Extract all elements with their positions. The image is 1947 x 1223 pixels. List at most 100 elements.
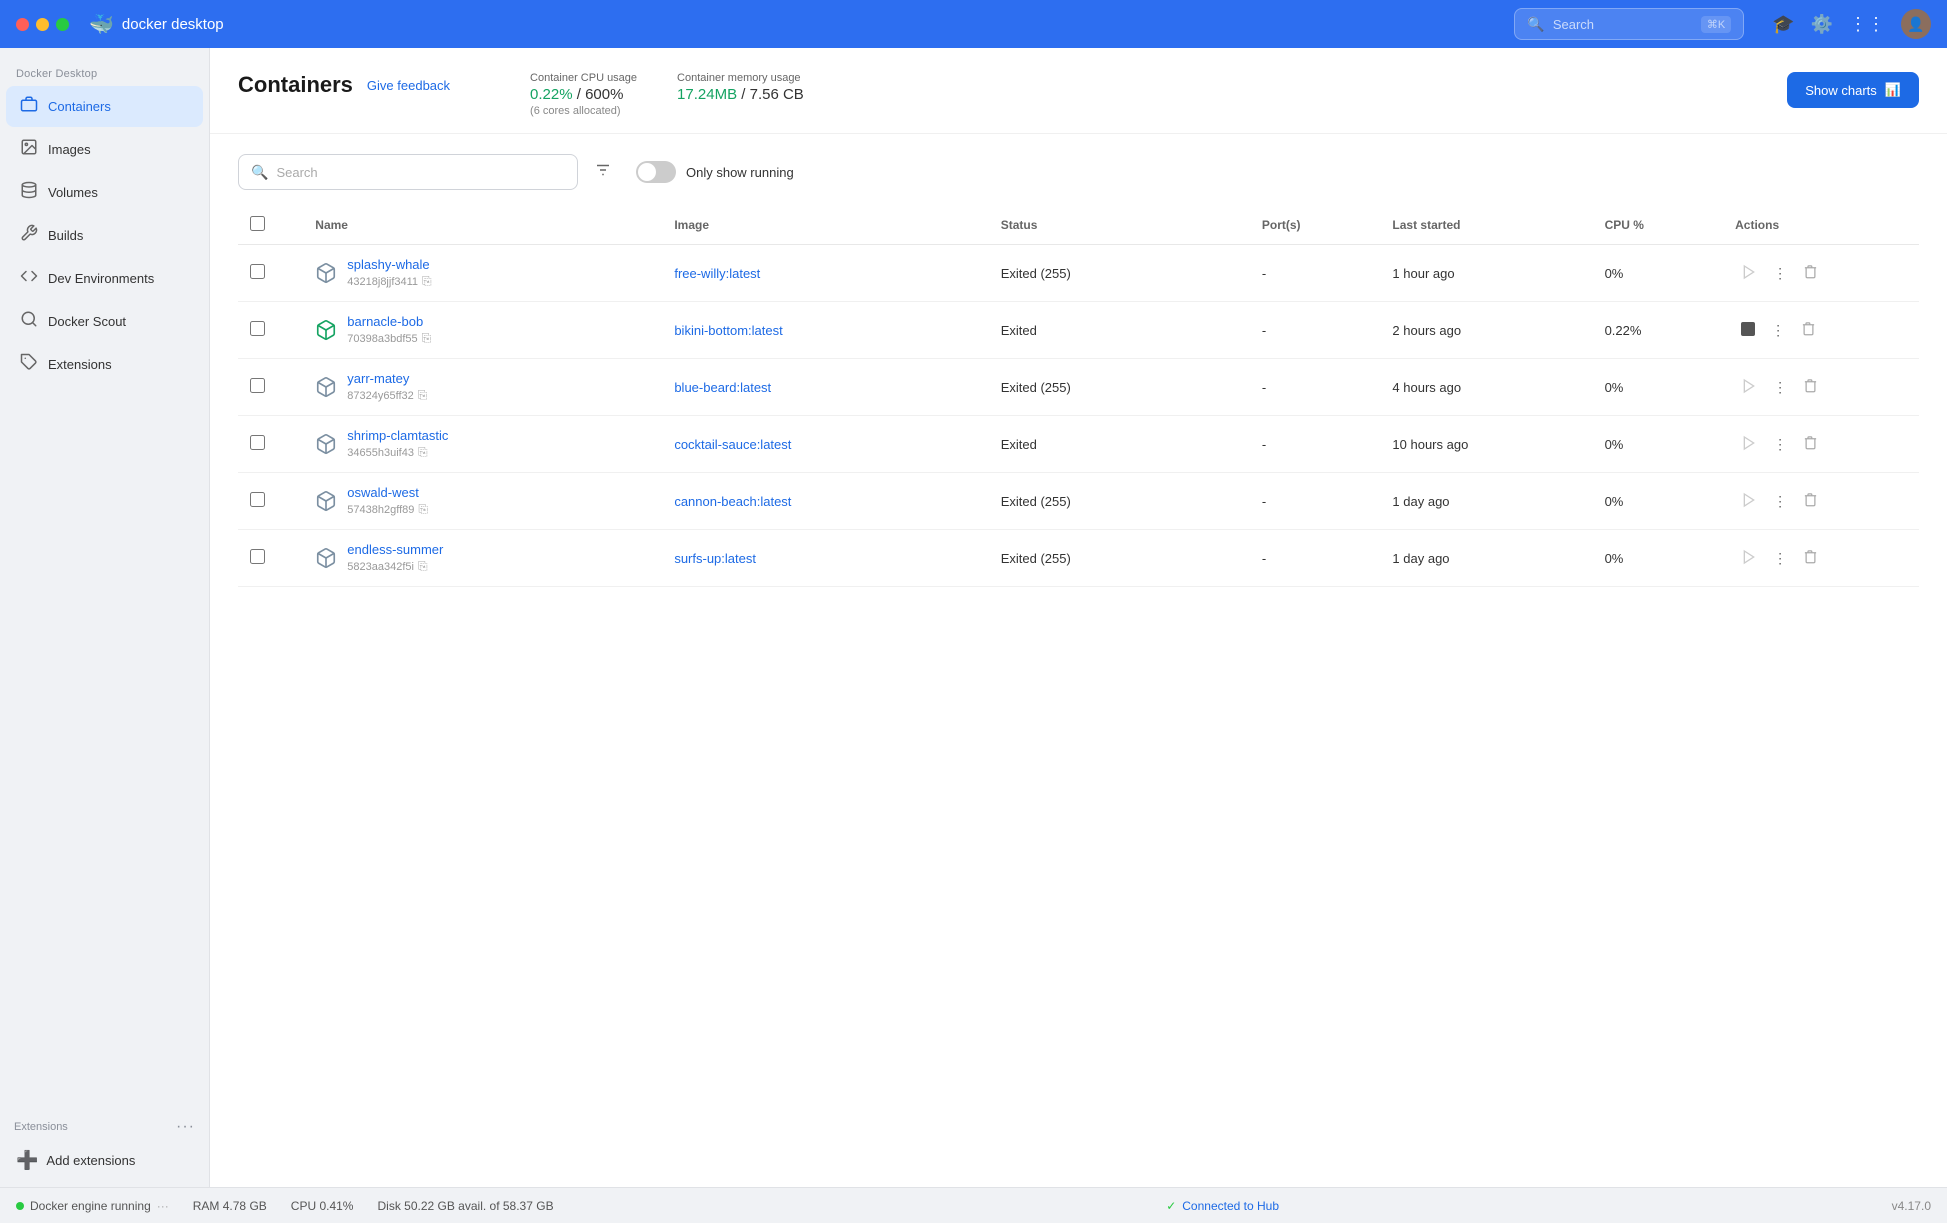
row-actions-cell: ⋮ <box>1723 473 1919 530</box>
learn-icon[interactable]: 🎓 <box>1772 14 1794 35</box>
show-charts-button[interactable]: Show charts 📊 <box>1787 72 1919 108</box>
row-image-cell: bikini-bottom:latest <box>662 302 988 359</box>
row-ports-cell: - <box>1250 245 1381 302</box>
image-link-3[interactable]: cocktail-sauce:latest <box>674 437 791 452</box>
container-name-link-5[interactable]: endless-summer <box>347 542 443 557</box>
row-checkbox-cell <box>238 416 303 473</box>
table-row: endless-summer 5823aa342f5i ⎘ surfs-up:l… <box>238 530 1919 587</box>
containers-icon <box>20 95 38 118</box>
feedback-link[interactable]: Give feedback <box>367 78 450 93</box>
row-status-cell: Exited <box>989 416 1250 473</box>
close-button[interactable] <box>16 18 29 31</box>
row-checkbox-2[interactable] <box>250 378 265 393</box>
more-button-5[interactable]: ⋮ <box>1767 546 1793 571</box>
engine-more-button[interactable]: ··· <box>157 1199 169 1213</box>
row-checkbox-4[interactable] <box>250 492 265 507</box>
copy-id-button-4[interactable]: ⎘ <box>418 502 428 517</box>
image-link-2[interactable]: blue-beard:latest <box>674 380 771 395</box>
select-all-checkbox[interactable] <box>250 216 265 231</box>
start-button-4[interactable] <box>1735 488 1763 515</box>
add-extensions-button[interactable]: ➕ Add extensions <box>6 1142 203 1179</box>
delete-button-0[interactable] <box>1797 260 1824 286</box>
start-button-0[interactable] <box>1735 260 1763 287</box>
image-column-header: Image <box>662 206 988 245</box>
sidebar-item-docker-scout[interactable]: Docker Scout <box>6 301 203 342</box>
grid-icon[interactable]: ⋮⋮ <box>1849 14 1885 35</box>
table-row: barnacle-bob 70398a3bdf55 ⎘ bikini-botto… <box>238 302 1919 359</box>
filter-button[interactable] <box>590 157 616 188</box>
titlebar-search[interactable]: 🔍 ⌘K <box>1514 8 1744 40</box>
row-name-cell: yarr-matey 87324y65ff32 ⎘ <box>303 359 662 416</box>
row-image-cell: cocktail-sauce:latest <box>662 416 988 473</box>
row-name-cell: splashy-whale 43218j8jjf3411 ⎘ <box>303 245 662 302</box>
app-name: docker desktop <box>122 16 224 33</box>
settings-icon[interactable]: ⚙️ <box>1811 14 1833 35</box>
search-box[interactable]: 🔍 <box>238 154 578 190</box>
more-button-1[interactable]: ⋮ <box>1765 318 1791 343</box>
delete-button-2[interactable] <box>1797 374 1824 400</box>
image-link-5[interactable]: surfs-up:latest <box>674 551 756 566</box>
image-link-4[interactable]: cannon-beach:latest <box>674 494 791 509</box>
avatar[interactable]: 👤 <box>1901 9 1931 39</box>
container-name-link-3[interactable]: shrimp-clamtastic <box>347 428 448 443</box>
global-search-input[interactable] <box>1553 17 1693 32</box>
titlebar-actions: 🎓 ⚙️ ⋮⋮ 👤 <box>1772 9 1931 39</box>
table-row: oswald-west 57438h2gff89 ⎘ cannon-beach:… <box>238 473 1919 530</box>
row-actions-cell: ⋮ <box>1723 530 1919 587</box>
sidebar-item-volumes[interactable]: Volumes <box>6 172 203 213</box>
delete-button-1[interactable] <box>1795 317 1822 343</box>
row-cpu-cell: 0% <box>1593 416 1724 473</box>
delete-button-4[interactable] <box>1797 488 1824 514</box>
start-button-3[interactable] <box>1735 431 1763 458</box>
sidebar-item-dev-environments[interactable]: Dev Environments <box>6 258 203 299</box>
statusbar: Docker engine running ··· RAM 4.78 GB CP… <box>0 1187 1947 1223</box>
maximize-button[interactable] <box>56 18 69 31</box>
delete-button-3[interactable] <box>1797 431 1824 457</box>
container-name-link-0[interactable]: splashy-whale <box>347 257 431 272</box>
extensions-section: Extensions ··· ➕ Add extensions <box>0 1106 209 1187</box>
row-checkbox-5[interactable] <box>250 549 265 564</box>
row-actions-cell: ⋮ <box>1723 245 1919 302</box>
stop-button-1[interactable] <box>1735 318 1761 343</box>
page-title: Containers <box>238 72 353 98</box>
sidebar-item-images[interactable]: Images <box>6 129 203 170</box>
running-toggle[interactable] <box>636 161 676 183</box>
connected-label[interactable]: Connected to Hub <box>1182 1199 1279 1213</box>
copy-id-button-3[interactable]: ⎘ <box>418 445 428 460</box>
delete-button-5[interactable] <box>1797 545 1824 571</box>
row-checkbox-cell <box>238 359 303 416</box>
row-image-cell: cannon-beach:latest <box>662 473 988 530</box>
cpu-metric: Container CPU usage 0.22% / 600% (6 core… <box>530 72 637 117</box>
extensions-more-button[interactable]: ··· <box>176 1118 195 1136</box>
container-name-link-1[interactable]: barnacle-bob <box>347 314 431 329</box>
mem-total: / 7.56 CB <box>741 86 804 103</box>
container-name-link-4[interactable]: oswald-west <box>347 485 428 500</box>
search-input[interactable] <box>276 165 565 180</box>
more-button-3[interactable]: ⋮ <box>1767 432 1793 457</box>
more-button-2[interactable]: ⋮ <box>1767 375 1793 400</box>
row-checkbox-3[interactable] <box>250 435 265 450</box>
copy-id-button-1[interactable]: ⎘ <box>422 331 432 346</box>
more-button-0[interactable]: ⋮ <box>1767 261 1793 286</box>
cpu-metric-value: 0.22% / 600% <box>530 86 637 103</box>
row-status-cell: Exited <box>989 302 1250 359</box>
start-button-5[interactable] <box>1735 545 1763 572</box>
sidebar-item-builds[interactable]: Builds <box>6 215 203 256</box>
copy-id-button-2[interactable]: ⎘ <box>418 388 428 403</box>
sidebar-item-extensions[interactable]: Extensions <box>6 344 203 385</box>
copy-id-button-5[interactable]: ⎘ <box>418 559 428 574</box>
row-last-started-cell: 4 hours ago <box>1380 359 1592 416</box>
image-link-1[interactable]: bikini-bottom:latest <box>674 323 782 338</box>
start-button-2[interactable] <box>1735 374 1763 401</box>
container-id-3: 34655h3uif43 <box>347 447 414 459</box>
minimize-button[interactable] <box>36 18 49 31</box>
sidebar-item-containers[interactable]: Containers <box>6 86 203 127</box>
row-checkbox-1[interactable] <box>250 321 265 336</box>
row-status-cell: Exited (255) <box>989 245 1250 302</box>
more-button-4[interactable]: ⋮ <box>1767 489 1793 514</box>
image-link-0[interactable]: free-willy:latest <box>674 266 760 281</box>
row-checkbox-0[interactable] <box>250 264 265 279</box>
container-name-link-2[interactable]: yarr-matey <box>347 371 427 386</box>
volumes-icon <box>20 181 38 204</box>
copy-id-button-0[interactable]: ⎘ <box>422 274 432 289</box>
